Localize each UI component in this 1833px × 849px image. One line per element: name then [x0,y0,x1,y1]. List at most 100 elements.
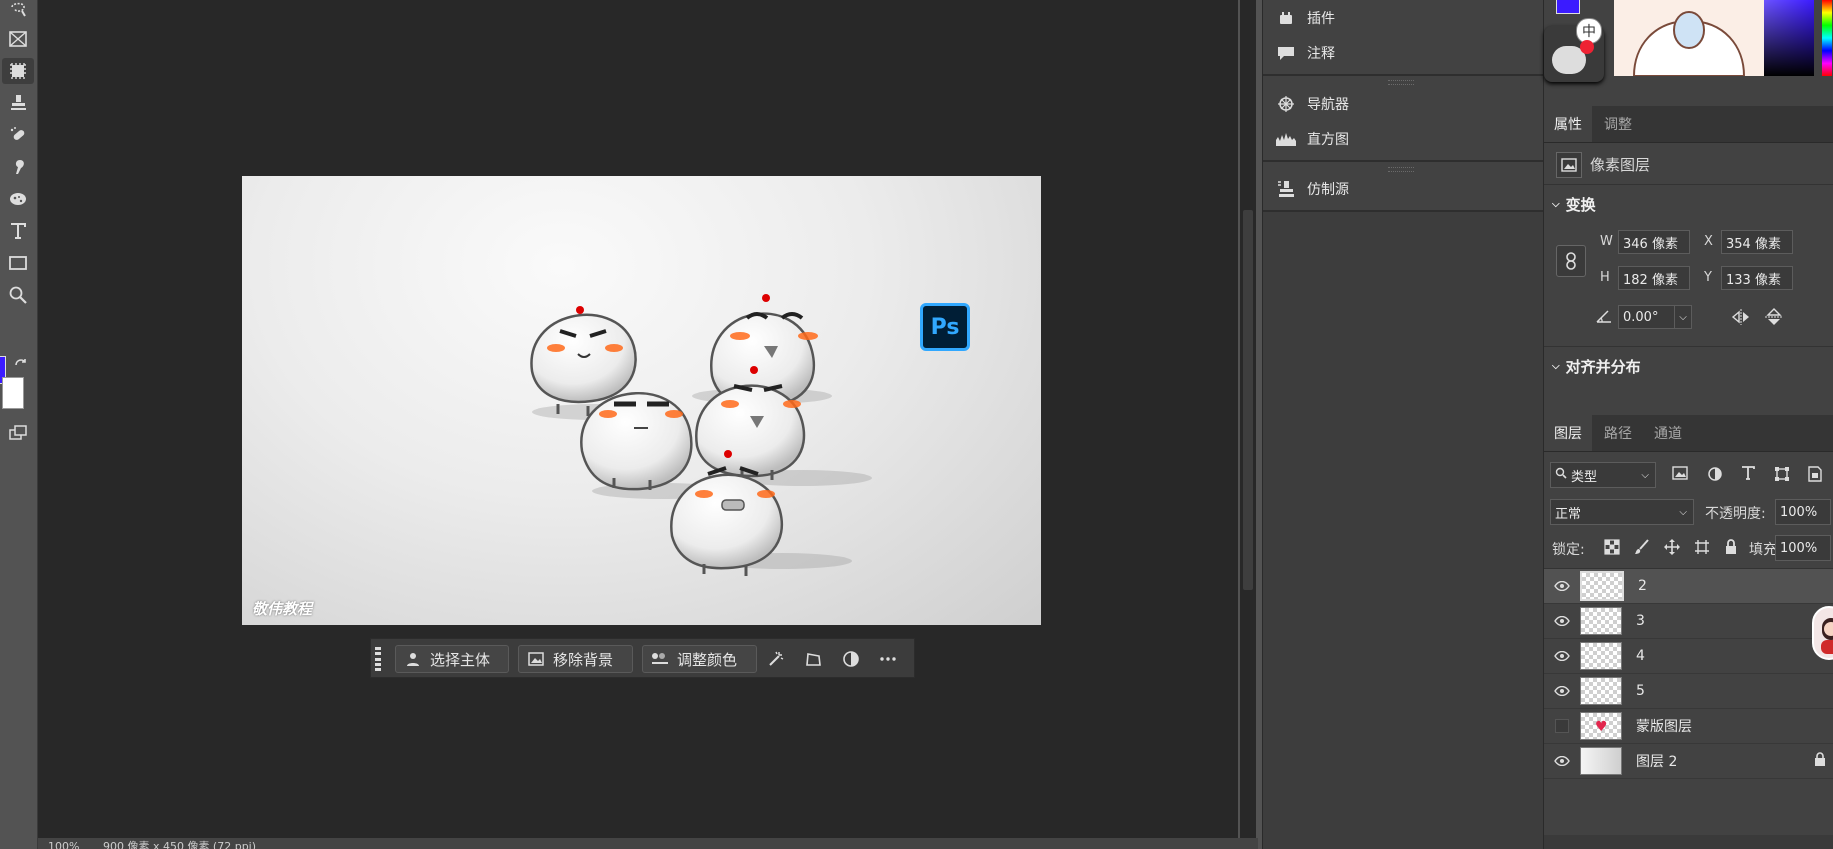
link-dimensions-icon[interactable] [1556,245,1586,277]
layer-name[interactable]: 3 [1636,613,1645,629]
opacity-field[interactable]: 100% [1775,499,1831,525]
collapsed-panels-column: 插件 注释 导航器 直方图 仿制源 [1262,0,1543,849]
height-field[interactable]: 182 像素 [1618,266,1690,290]
layer-row[interactable]: 5 [1544,674,1833,709]
lock-transparency-icon[interactable] [1604,539,1620,557]
width-field[interactable]: 346 像素 [1618,230,1690,254]
layer-row[interactable]: ♥ 蒙版图层 [1544,709,1833,744]
transform-section-header[interactable]: ⌵ 变换 [1552,194,1596,215]
ime-toolbar[interactable]: 中 [1544,18,1604,82]
angle-field[interactable]: 0.00° ⌵ [1618,305,1692,329]
rectangle-icon[interactable] [2,250,34,276]
lock-move-icon[interactable] [1664,539,1680,557]
layer-name[interactable]: 图层 2 [1636,751,1677,771]
fill-field[interactable]: 100% [1775,535,1831,561]
tab-properties[interactable]: 属性 [1544,106,1592,142]
more-options-icon[interactable] [878,649,898,669]
background-color-swatch[interactable] [2,377,24,409]
color-adjust-icon [649,652,671,666]
layer-row[interactable]: 3 [1544,604,1833,639]
layer-name[interactable]: 2 [1638,578,1647,594]
tab-layers[interactable]: 图层 [1544,415,1592,451]
remove-background-button[interactable]: 移除背景 [518,645,633,673]
panel-item-histogram[interactable]: 直方图 [1273,126,1349,152]
image-icon [525,651,547,667]
floating-avatar[interactable] [1812,606,1833,660]
tab-paths[interactable]: 路径 [1594,415,1642,451]
person-select-icon [402,651,424,667]
flip-vertical-icon[interactable] [1764,306,1784,328]
zoom-icon[interactable] [2,282,34,308]
eye-icon[interactable] [1554,581,1570,591]
lock-artboard-icon[interactable] [1694,539,1710,557]
magic-wand-icon[interactable] [766,649,786,669]
y-label: Y [1704,270,1712,285]
drag-handle-icon[interactable] [375,647,381,671]
healing-icon[interactable] [2,122,34,148]
smudge-icon[interactable] [2,154,34,180]
layer-filter-label: 类型 [1571,469,1598,485]
panel-item-navigator[interactable]: 导航器 [1273,91,1349,117]
eye-icon[interactable] [1554,756,1570,766]
eye-icon[interactable] [1554,651,1570,661]
screen-mode-icon[interactable] [2,420,34,446]
color-field[interactable] [1614,0,1814,76]
layer-row[interactable]: 图层 2 [1544,744,1833,779]
sponge-icon[interactable] [2,186,34,212]
transform-title: 变换 [1565,196,1596,214]
filter-smart-object-icon[interactable] [1808,466,1822,484]
blend-mode-select[interactable]: 正常 ⌵ [1550,499,1694,525]
layer-name[interactable]: 蒙版图层 [1636,716,1692,736]
panel-item-plugins[interactable]: 插件 [1273,5,1335,31]
filter-shape-icon[interactable] [1774,466,1790,484]
lasso-icon[interactable] [2,0,34,22]
panel-label: 仿制源 [1307,182,1349,198]
align-section-header[interactable]: ⌵ 对齐并分布 [1552,356,1641,377]
filter-adjustment-icon[interactable] [1707,466,1723,484]
lock-all-icon[interactable] [1724,539,1738,557]
filter-type-icon[interactable] [1741,466,1755,484]
panel-item-comments[interactable]: 注释 [1273,40,1335,66]
status-bar: 100% 900 像素 x 450 像素 (72 ppi) [38,838,1258,849]
layer-name[interactable]: 5 [1636,683,1645,699]
scrollbar-thumb[interactable] [1243,210,1253,590]
layer-row[interactable]: 2 [1544,569,1833,604]
panel-group-grip[interactable] [1388,167,1414,172]
filter-pixel-icon[interactable] [1672,466,1688,484]
layer-name[interactable]: 4 [1636,648,1645,664]
height-label: H [1600,270,1610,285]
panel-group-grip[interactable] [1388,80,1414,85]
eye-icon[interactable] [1554,686,1570,696]
layer-row[interactable]: 4 [1544,639,1833,674]
panel-item-clone-source[interactable]: 仿制源 [1273,176,1349,202]
lock-icons [1604,539,1738,557]
angle-icon [1596,309,1612,323]
swap-colors-icon[interactable] [13,356,29,372]
document-canvas[interactable]: Ps 敬伟教程 [242,176,1041,625]
tab-channels[interactable]: 通道 [1644,415,1692,451]
lock-brush-icon[interactable] [1634,539,1650,557]
select-subject-button[interactable]: 选择主体 [395,645,509,673]
x-field[interactable]: 354 像素 [1721,230,1793,254]
adjustment-icon[interactable] [841,649,861,669]
adjust-color-button[interactable]: 调整颜色 [642,645,757,673]
y-field[interactable]: 133 像素 [1721,266,1793,290]
stamp-icon[interactable] [2,90,34,116]
chevron-down-icon: ⌵ [1679,506,1687,518]
eye-icon[interactable] [1554,616,1570,626]
chevron-down-icon[interactable]: ⌵ [1674,306,1691,328]
zoom-level[interactable]: 100% [48,840,79,849]
select-subject-label: 选择主体 [430,650,491,669]
lock-label: 锁定: [1552,542,1585,558]
tab-adjustments[interactable]: 调整 [1594,106,1642,142]
transform-icon[interactable] [804,649,824,669]
flip-horizontal-icon[interactable] [1730,308,1752,326]
hue-slider[interactable] [1822,0,1832,76]
type-icon[interactable] [2,218,34,244]
layer-filter-select[interactable]: 类型 ⌵ [1550,462,1656,488]
frame-icon[interactable] [2,26,34,52]
content-aware-icon[interactable] [2,58,34,84]
sticker-illustration [1614,0,1764,76]
visibility-off-box[interactable] [1554,719,1570,733]
foreground-color-chip[interactable] [1556,0,1580,14]
